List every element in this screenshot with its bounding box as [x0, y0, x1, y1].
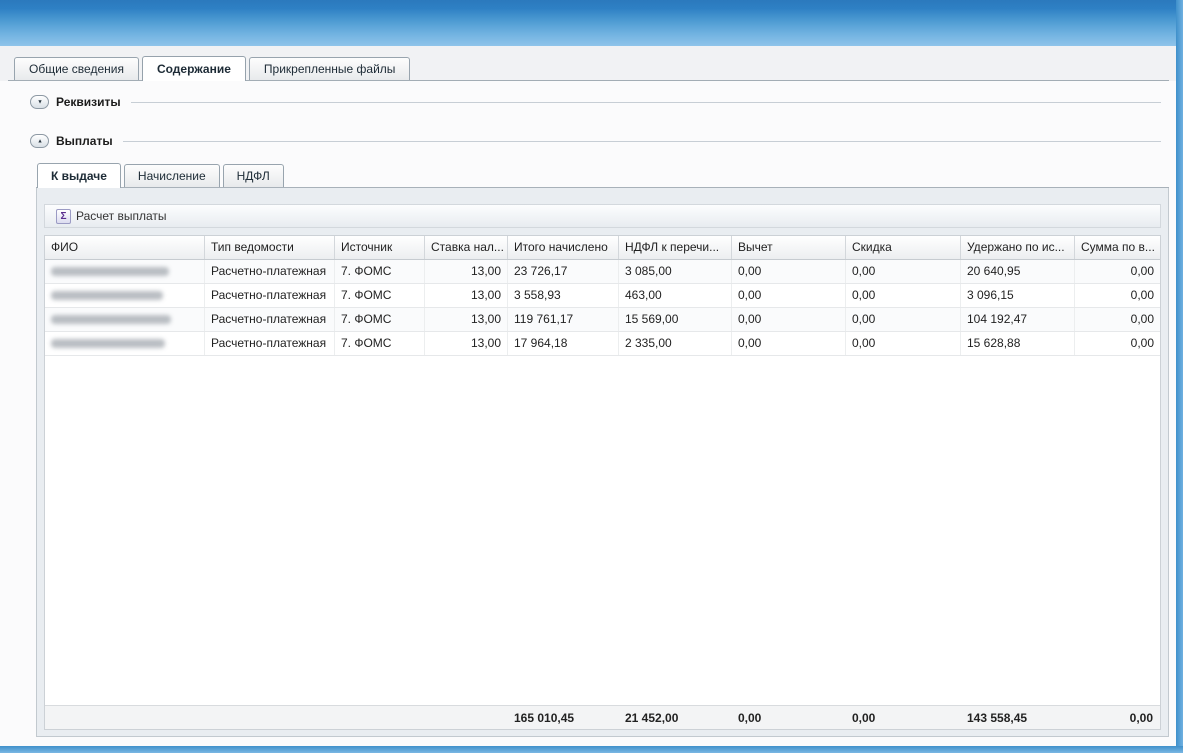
table-row[interactable]: Расчетно-платежная 7. ФОМС 13,00 119 761…	[45, 308, 1160, 332]
cell-fio	[45, 332, 205, 355]
cell-withheld: 104 192,47	[961, 308, 1075, 331]
grid-toolbar: Σ Расчет выплаты	[44, 204, 1161, 228]
cell-ndfl-transfer: 15 569,00	[619, 308, 732, 331]
tab-general-info[interactable]: Общие сведения	[14, 57, 139, 80]
redacted-name	[51, 291, 163, 300]
cell-withheld: 15 628,88	[961, 332, 1075, 355]
grid-totals-row: 165 010,45 21 452,00 0,00 0,00 143 558,4…	[45, 705, 1160, 729]
redacted-name	[51, 339, 165, 348]
calc-payment-label: Расчет выплаты	[76, 209, 167, 223]
table-row[interactable]: Расчетно-платежная 7. ФОМС 13,00 17 964,…	[45, 332, 1160, 356]
cell-accrued-total: 17 964,18	[508, 332, 619, 355]
section-divider	[123, 141, 1161, 142]
totals-spacer	[205, 706, 335, 730]
section-payments: ▲ Выплаты	[30, 133, 1161, 149]
payments-tabstrip: К выдаче Начисление НДФЛ	[36, 163, 1169, 188]
cell-fio	[45, 260, 205, 283]
subtab-ndfl[interactable]: НДФЛ	[223, 164, 284, 187]
subtab-accrual[interactable]: Начисление	[124, 164, 220, 187]
cell-accrued-total: 119 761,17	[508, 308, 619, 331]
grid-header-row: ФИО Тип ведомости Источник Ставка нал...…	[45, 236, 1160, 260]
cell-ved-type: Расчетно-платежная	[205, 332, 335, 355]
total-deduction: 0,00	[732, 706, 846, 730]
cell-doc-sum: 0,00	[1075, 332, 1160, 355]
redacted-name	[51, 315, 171, 324]
section-divider	[131, 102, 1161, 103]
cell-source: 7. ФОМС	[335, 332, 425, 355]
window-frame-right	[1176, 0, 1183, 753]
cell-ved-type: Расчетно-платежная	[205, 284, 335, 307]
collapse-toggle-requisites[interactable]: ▼	[30, 95, 49, 109]
total-discount: 0,00	[846, 706, 961, 730]
cell-ndfl-transfer: 463,00	[619, 284, 732, 307]
cell-discount: 0,00	[846, 332, 961, 355]
cell-fio	[45, 284, 205, 307]
chevron-up-icon: ▲	[37, 138, 43, 144]
chevron-down-icon: ▼	[37, 99, 43, 105]
total-doc-sum: 0,00	[1075, 706, 1160, 730]
total-withheld: 143 558,45	[961, 706, 1075, 730]
tab-attached-files[interactable]: Прикрепленные файлы	[249, 57, 411, 80]
total-ndfl: 21 452,00	[619, 706, 732, 730]
totals-spacer	[425, 706, 508, 730]
totals-spacer	[45, 706, 205, 730]
cell-discount: 0,00	[846, 260, 961, 283]
cell-deduction: 0,00	[732, 308, 846, 331]
window-header	[0, 0, 1183, 46]
cell-tax-rate: 13,00	[425, 308, 508, 331]
payments-panel: К выдаче Начисление НДФЛ Σ Расчет выплат…	[36, 163, 1169, 737]
window-frame-bottom	[0, 746, 1183, 753]
cell-doc-sum: 0,00	[1075, 308, 1160, 331]
column-header-source[interactable]: Источник	[335, 236, 425, 259]
cell-deduction: 0,00	[732, 284, 846, 307]
tab-content[interactable]: Содержание	[142, 56, 246, 81]
payments-panel-body: Σ Расчет выплаты ФИО Тип ведомости Источ…	[36, 188, 1169, 737]
section-title-requisites: Реквизиты	[56, 95, 121, 109]
total-accrued: 165 010,45	[508, 706, 619, 730]
column-header-ndfl-transfer[interactable]: НДФЛ к перечи...	[619, 236, 732, 259]
cell-source: 7. ФОМС	[335, 260, 425, 283]
cell-ndfl-transfer: 2 335,00	[619, 332, 732, 355]
column-header-doc-sum[interactable]: Сумма по в...	[1075, 236, 1160, 259]
table-row[interactable]: Расчетно-платежная 7. ФОМС 13,00 23 726,…	[45, 260, 1160, 284]
column-header-withheld[interactable]: Удержано по ис...	[961, 236, 1075, 259]
column-header-tax-rate[interactable]: Ставка нал...	[425, 236, 508, 259]
cell-tax-rate: 13,00	[425, 332, 508, 355]
redacted-name	[51, 267, 169, 276]
section-title-payments: Выплаты	[56, 134, 113, 148]
cell-ved-type: Расчетно-платежная	[205, 308, 335, 331]
column-header-discount[interactable]: Скидка	[846, 236, 961, 259]
table-row[interactable]: Расчетно-платежная 7. ФОМС 13,00 3 558,9…	[45, 284, 1160, 308]
cell-withheld: 3 096,15	[961, 284, 1075, 307]
sigma-icon: Σ	[56, 209, 71, 224]
cell-tax-rate: 13,00	[425, 260, 508, 283]
cell-accrued-total: 23 726,17	[508, 260, 619, 283]
cell-ved-type: Расчетно-платежная	[205, 260, 335, 283]
column-header-ved-type[interactable]: Тип ведомости	[205, 236, 335, 259]
cell-accrued-total: 3 558,93	[508, 284, 619, 307]
cell-source: 7. ФОМС	[335, 284, 425, 307]
totals-spacer	[335, 706, 425, 730]
cell-deduction: 0,00	[732, 332, 846, 355]
cell-ndfl-transfer: 3 085,00	[619, 260, 732, 283]
cell-source: 7. ФОМС	[335, 308, 425, 331]
cell-doc-sum: 0,00	[1075, 260, 1160, 283]
cell-discount: 0,00	[846, 308, 961, 331]
cell-deduction: 0,00	[732, 260, 846, 283]
section-requisites: ▼ Реквизиты	[30, 94, 1161, 110]
column-header-accrued-total[interactable]: Итого начислено	[508, 236, 619, 259]
cell-tax-rate: 13,00	[425, 284, 508, 307]
cell-discount: 0,00	[846, 284, 961, 307]
collapse-toggle-payments[interactable]: ▲	[30, 134, 49, 148]
column-header-deduction[interactable]: Вычет	[732, 236, 846, 259]
grid-empty-area	[45, 356, 1160, 705]
cell-doc-sum: 0,00	[1075, 284, 1160, 307]
subtab-to-issue[interactable]: К выдаче	[37, 163, 121, 188]
main-tabstrip: Общие сведения Содержание Прикрепленные …	[8, 56, 1169, 81]
cell-withheld: 20 640,95	[961, 260, 1075, 283]
calc-payment-button[interactable]: Σ Расчет выплаты	[50, 207, 173, 226]
payments-grid: ФИО Тип ведомости Источник Ставка нал...…	[44, 235, 1161, 730]
cell-fio	[45, 308, 205, 331]
column-header-fio[interactable]: ФИО	[45, 236, 205, 259]
